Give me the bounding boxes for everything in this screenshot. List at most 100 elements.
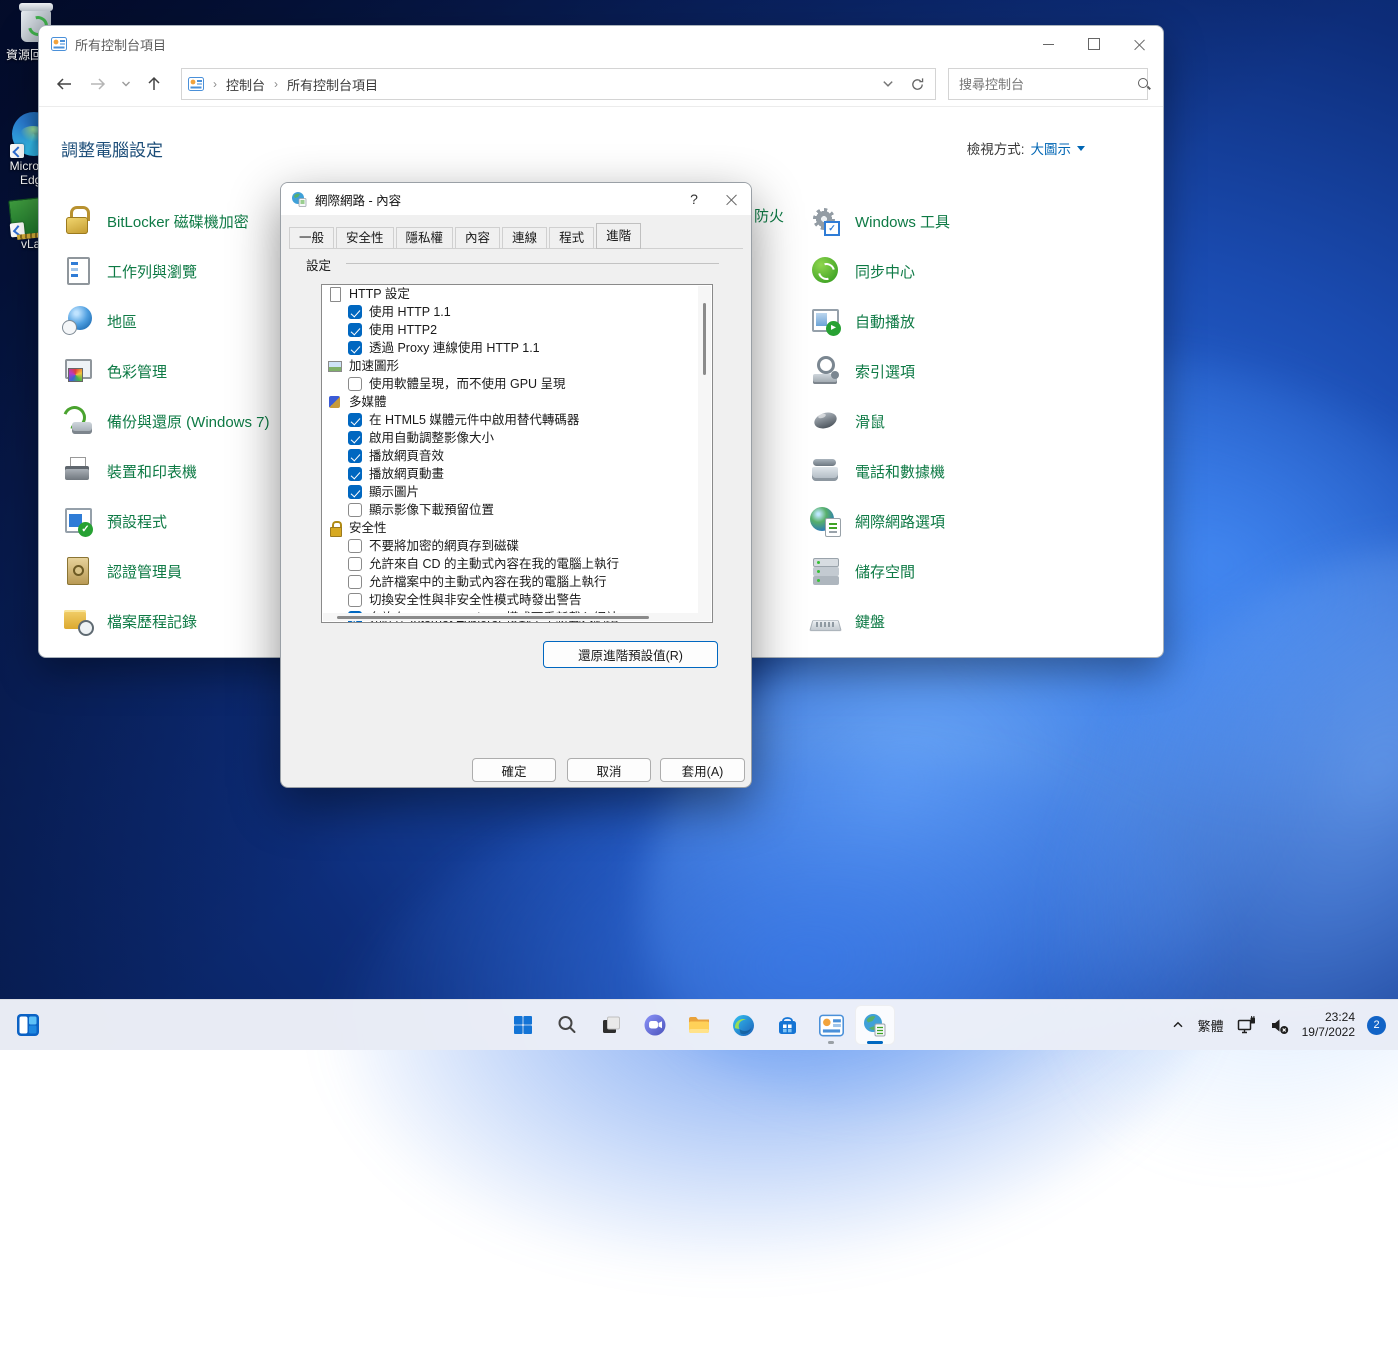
view-by-value[interactable]: 大圖示 [1031, 138, 1072, 158]
recent-pages-button[interactable] [115, 68, 137, 100]
settings-option[interactable]: 透過 Proxy 連線使用 HTTP 1.1 [322, 339, 712, 357]
tab-privacy[interactable]: 隱私權 [396, 227, 454, 248]
hidden-icons-chevron-icon[interactable] [1170, 1017, 1186, 1033]
settings-option[interactable]: 顯示影像下載預留位置 [322, 501, 712, 519]
settings-option[interactable]: 播放網頁動畫 [322, 465, 712, 483]
address-dropdown-icon[interactable] [882, 78, 894, 90]
breadcrumb-all-items[interactable]: 所有控制台項目 [287, 75, 378, 94]
caret-down-icon[interactable] [1077, 146, 1085, 151]
cp-item-bitlocker[interactable]: BitLocker 磁碟機加密 [61, 205, 270, 237]
cp-item-firewall-partial[interactable]: 防火 [754, 205, 784, 226]
restore-advanced-settings-button[interactable]: 還原進階預設值(R) [543, 641, 718, 668]
advanced-settings-list[interactable]: HTTP 設定 使用 HTTP 1.1 使用 HTTP2 透過 Proxy 連線… [321, 284, 713, 623]
checkbox-icon[interactable] [348, 557, 362, 571]
dialog-close-button[interactable] [713, 183, 751, 215]
search-input[interactable] [957, 76, 1137, 93]
settings-option[interactable]: 顯示圖片 [322, 483, 712, 501]
vertical-scrollbar[interactable] [698, 286, 711, 621]
checkbox-icon[interactable] [348, 539, 362, 553]
back-button[interactable] [47, 68, 81, 100]
checkbox-icon[interactable] [348, 323, 362, 337]
checkbox-icon[interactable] [348, 485, 362, 499]
task-view-button[interactable] [591, 1005, 631, 1045]
checkbox-icon[interactable] [348, 377, 362, 391]
tab-connections[interactable]: 連線 [502, 227, 547, 248]
checkbox-icon[interactable] [348, 305, 362, 319]
search-icon[interactable] [1137, 77, 1151, 91]
microsoft-store-button[interactable] [767, 1005, 807, 1045]
cp-item-default-programs[interactable]: 預設程式 [61, 505, 270, 537]
network-icon[interactable] [1236, 1015, 1257, 1036]
tab-security[interactable]: 安全性 [336, 227, 394, 248]
window-titlebar[interactable]: 所有控制台項目 [39, 26, 1163, 62]
maximize-button[interactable] [1071, 26, 1117, 62]
forward-button[interactable] [81, 68, 115, 100]
cp-item-region[interactable]: 地區 [61, 305, 270, 337]
credential-manager-icon [61, 555, 93, 587]
cp-item-storage-spaces[interactable]: 儲存空間 [809, 555, 950, 587]
scrollbar-thumb[interactable] [337, 616, 649, 619]
tab-general[interactable]: 一般 [289, 227, 334, 248]
refresh-icon[interactable] [910, 77, 925, 92]
settings-option[interactable]: 使用軟體呈現，而不使用 GPU 呈現 [322, 375, 712, 393]
cp-item-phone-modem[interactable]: 電話和數據機 [809, 455, 950, 487]
settings-option[interactable]: 切換安全性與非安全性模式時發出警告 [322, 591, 712, 609]
cp-item-taskbar-navigation[interactable]: 工作列與瀏覽 [61, 255, 270, 287]
address-bar[interactable]: › 控制台 › 所有控制台項目 [181, 68, 936, 100]
cancel-button[interactable]: 取消 [567, 758, 651, 782]
dialog-titlebar[interactable]: 網際網路 - 內容 ? [281, 183, 751, 215]
cp-item-backup-restore[interactable]: 備份與還原 (Windows 7) [61, 405, 270, 437]
settings-option[interactable]: 允許來自 CD 的主動式內容在我的電腦上執行 [322, 555, 712, 573]
cp-item-devices-printers[interactable]: 裝置和印表機 [61, 455, 270, 487]
settings-option[interactable]: 使用 HTTP 1.1 [322, 303, 712, 321]
cp-item-credential-manager[interactable]: 認證管理員 [61, 555, 270, 587]
apply-button[interactable]: 套用(A) [660, 758, 745, 782]
internet-properties-taskbar-button[interactable] [855, 1005, 895, 1045]
checkbox-icon[interactable] [348, 413, 362, 427]
scrollbar-thumb[interactable] [703, 303, 706, 375]
chat-button[interactable] [635, 1005, 675, 1045]
checkbox-icon[interactable] [348, 341, 362, 355]
close-button[interactable] [1117, 26, 1163, 62]
help-button[interactable]: ? [675, 183, 713, 215]
checkbox-icon[interactable] [348, 431, 362, 445]
cp-item-mouse[interactable]: 滑鼠 [809, 405, 950, 437]
checkbox-icon[interactable] [348, 593, 362, 607]
checkbox-icon[interactable] [348, 503, 362, 517]
settings-option[interactable]: 不要將加密的網頁存到磁碟 [322, 537, 712, 555]
ok-button[interactable]: 確定 [472, 758, 556, 782]
up-button[interactable] [137, 68, 171, 100]
settings-option[interactable]: 允許檔案中的主動式內容在我的電腦上執行 [322, 573, 712, 591]
ime-indicator[interactable]: 繁體 [1198, 1016, 1224, 1035]
control-panel-taskbar-button[interactable] [811, 1005, 851, 1045]
cp-item-color-management[interactable]: 色彩管理 [61, 355, 270, 387]
horizontal-scrollbar[interactable] [323, 613, 698, 621]
checkbox-icon[interactable] [348, 449, 362, 463]
cp-item-windows-tools[interactable]: Windows 工具 [809, 205, 950, 237]
search-button[interactable] [547, 1005, 587, 1045]
breadcrumb-control-panel[interactable]: 控制台 [226, 75, 265, 94]
cp-item-autoplay[interactable]: 自動播放 [809, 305, 950, 337]
cp-item-keyboard[interactable]: 鍵盤 [809, 605, 950, 637]
tab-programs[interactable]: 程式 [549, 227, 594, 248]
notification-badge[interactable]: 2 [1367, 1016, 1386, 1035]
settings-option[interactable]: 啟用自動調整影像大小 [322, 429, 712, 447]
start-button[interactable] [503, 1005, 543, 1045]
edge-button[interactable] [723, 1005, 763, 1045]
checkbox-icon[interactable] [348, 467, 362, 481]
settings-option[interactable]: 在 HTML5 媒體元件中啟用替代轉碼器 [322, 411, 712, 429]
settings-option[interactable]: 播放網頁音效 [322, 447, 712, 465]
file-explorer-button[interactable] [679, 1005, 719, 1045]
settings-option[interactable]: 使用 HTTP2 [322, 321, 712, 339]
volume-muted-icon[interactable] [1269, 1015, 1290, 1036]
cp-item-file-history[interactable]: 檔案歷程記錄 [61, 605, 270, 637]
tab-content[interactable]: 內容 [455, 227, 500, 248]
cp-item-indexing-options[interactable]: 索引選項 [809, 355, 950, 387]
cp-item-internet-options[interactable]: 網際網路選項 [809, 505, 950, 537]
tab-advanced[interactable]: 進階 [596, 223, 641, 249]
clock[interactable]: 23:24 19/7/2022 [1302, 1010, 1355, 1040]
checkbox-icon[interactable] [348, 575, 362, 589]
search-box[interactable] [948, 68, 1148, 100]
minimize-button[interactable] [1025, 26, 1071, 62]
cp-item-sync-center[interactable]: 同步中心 [809, 255, 950, 287]
